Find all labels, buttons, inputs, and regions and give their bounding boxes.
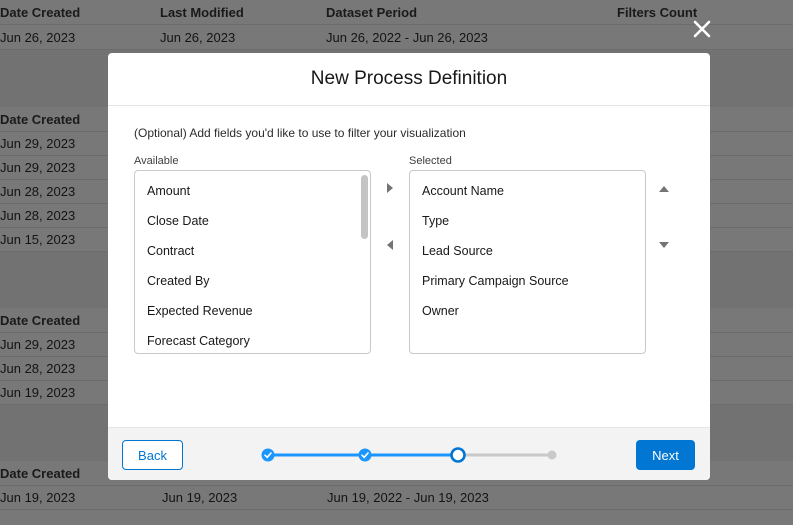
date-created-cell: Jun 29, 2023 bbox=[0, 337, 76, 352]
modal-footer: Back Next bbox=[108, 427, 710, 480]
available-option-forecast-category[interactable]: Forecast Category bbox=[147, 334, 250, 348]
table-header: Date Created Last Modified Dataset Perio… bbox=[0, 0, 793, 25]
progress-indicator bbox=[261, 447, 557, 463]
date-created-cell: Jun 28, 2023 bbox=[0, 184, 76, 199]
date-created-cell: Jun 28, 2023 bbox=[0, 361, 76, 376]
back-button[interactable]: Back bbox=[122, 440, 183, 470]
column-header-dataset-period: Dataset Period bbox=[326, 5, 418, 20]
progress-step-1[interactable] bbox=[261, 448, 275, 462]
last-modified-cell: Jun 26, 2023 bbox=[160, 30, 236, 45]
selected-label: Selected bbox=[409, 155, 452, 167]
progress-step-4[interactable] bbox=[547, 450, 557, 460]
progress-step-3-current[interactable] bbox=[450, 447, 466, 463]
column-header-filters-count: Filters Count bbox=[617, 5, 698, 20]
available-scrollbar[interactable] bbox=[360, 173, 368, 349]
table-row: Jun 26, 2023 Jun 26, 2023 Jun 26, 2022 -… bbox=[0, 25, 793, 50]
selected-option-account-name[interactable]: Account Name bbox=[422, 184, 504, 198]
selected-option-lead-source[interactable]: Lead Source bbox=[422, 244, 493, 258]
modal-title: New Process Definition bbox=[310, 68, 508, 89]
table-row: Jun 19, 2023 Jun 19, 2023 Jun 19, 2022 -… bbox=[0, 485, 793, 510]
move-up-button[interactable] bbox=[656, 181, 672, 197]
move-down-button[interactable] bbox=[656, 237, 672, 253]
dataset-period-cell: Jun 19, 2022 - Jun 19, 2023 bbox=[327, 490, 489, 505]
selected-option-primary-campaign-source[interactable]: Primary Campaign Source bbox=[422, 274, 569, 288]
available-option-expected-revenue[interactable]: Expected Revenue bbox=[147, 304, 253, 318]
next-button[interactable]: Next bbox=[636, 440, 695, 470]
last-modified-cell: Jun 19, 2023 bbox=[162, 490, 238, 505]
available-option-amount[interactable]: Amount bbox=[147, 184, 190, 198]
date-created-cell: Jun 29, 2023 bbox=[0, 160, 76, 175]
available-option-contract[interactable]: Contract bbox=[147, 244, 194, 258]
caret-up-icon bbox=[659, 186, 669, 192]
new-process-definition-modal: New Process Definition (Optional) Add fi… bbox=[108, 53, 710, 480]
scrollbar-thumb[interactable] bbox=[361, 175, 368, 239]
date-created-cell: Jun 29, 2023 bbox=[0, 136, 76, 151]
selected-option-type[interactable]: Type bbox=[422, 214, 449, 228]
column-header-date-created: Date Created bbox=[0, 313, 81, 328]
date-created-cell: Jun 15, 2023 bbox=[0, 232, 76, 247]
selected-option-owner[interactable]: Owner bbox=[422, 304, 459, 318]
available-option-close-date[interactable]: Close Date bbox=[147, 214, 209, 228]
dataset-period-cell: Jun 26, 2022 - Jun 26, 2023 bbox=[326, 30, 488, 45]
progress-step-2[interactable] bbox=[358, 448, 372, 462]
caret-down-icon bbox=[659, 242, 669, 248]
move-to-available-button[interactable] bbox=[382, 237, 398, 253]
available-label: Available bbox=[134, 155, 179, 167]
column-header-date-created: Date Created bbox=[0, 466, 81, 481]
date-created-cell: Jun 19, 2023 bbox=[0, 490, 76, 505]
modal-header: New Process Definition bbox=[108, 53, 710, 106]
date-created-cell: Jun 19, 2023 bbox=[0, 385, 76, 400]
column-header-last-modified: Last Modified bbox=[160, 5, 244, 20]
selected-listbox[interactable]: Account Name Type Lead Source Primary Ca… bbox=[409, 170, 646, 354]
caret-right-icon bbox=[387, 183, 393, 193]
caret-left-icon bbox=[387, 240, 393, 250]
instructions-text: (Optional) Add fields you'd like to use … bbox=[134, 126, 466, 140]
close-icon bbox=[693, 20, 711, 38]
available-option-created-by[interactable]: Created By bbox=[147, 274, 210, 288]
available-listbox[interactable]: Amount Close Date Contract Created By Ex… bbox=[134, 170, 371, 354]
column-header-date-created: Date Created bbox=[0, 112, 81, 127]
move-to-selected-button[interactable] bbox=[382, 180, 398, 196]
close-modal-button[interactable] bbox=[690, 17, 714, 41]
date-created-cell: Jun 26, 2023 bbox=[0, 30, 76, 45]
column-header-date-created: Date Created bbox=[0, 5, 81, 20]
date-created-cell: Jun 28, 2023 bbox=[0, 208, 76, 223]
